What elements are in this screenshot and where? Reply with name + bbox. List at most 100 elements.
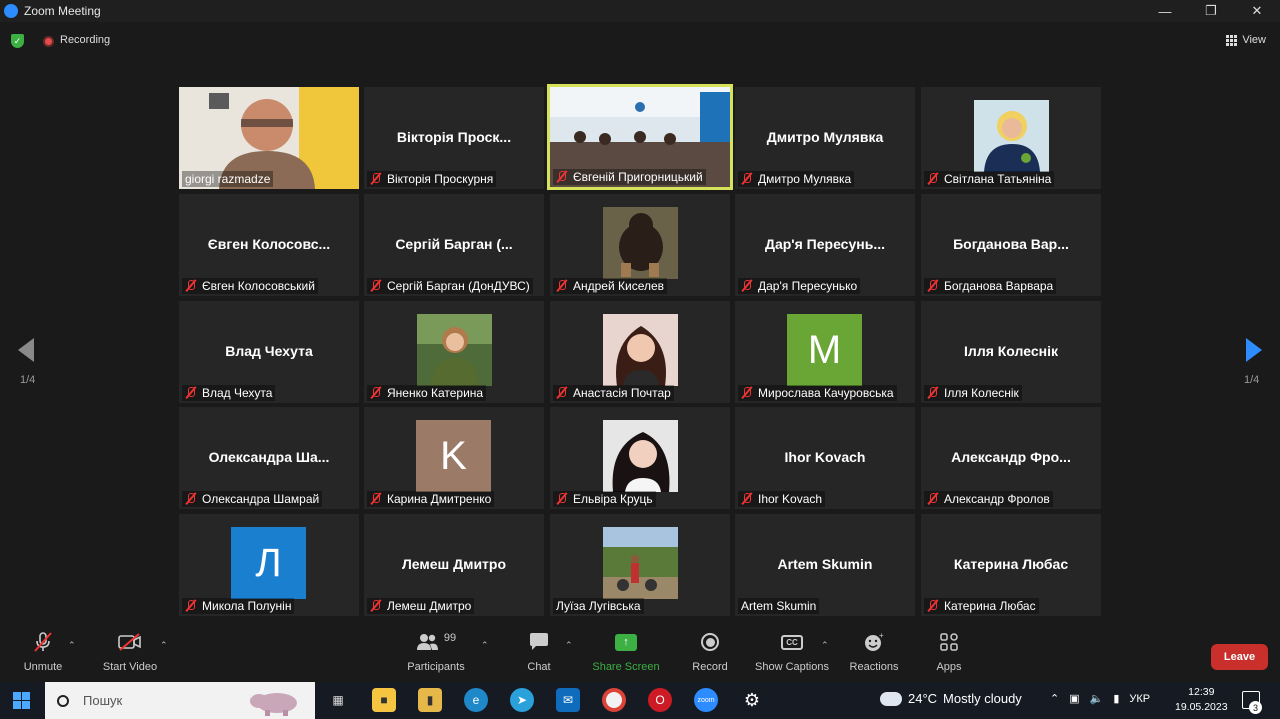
clock[interactable]: 12:39 19.05.2023 [1175, 685, 1228, 715]
zoom-taskbar-icon[interactable]: zoom [694, 688, 718, 712]
window-title: Zoom Meeting [24, 4, 101, 18]
file-explorer-icon[interactable]: ▮ [418, 688, 442, 712]
participant-name-label: Ельвіра Круць [553, 491, 656, 507]
participant-name-label: Дар'я Пересунько [738, 278, 861, 294]
prev-page-arrow-icon[interactable] [18, 338, 34, 362]
tray-chevron-icon[interactable]: ⌃ [1050, 692, 1059, 705]
notification-badge: 3 [1249, 701, 1262, 714]
participant-name: Карина Дмитренко [387, 492, 492, 506]
participant-tile[interactable]: Анастасія Почтар [550, 301, 730, 403]
captions-chevron-icon[interactable]: ⌃ [821, 640, 829, 651]
participants-chevron-icon[interactable]: ⌃ [481, 640, 489, 651]
title-bar: Zoom Meeting — ❐ ✕ [0, 0, 1280, 22]
participant-display-name: Ілля Колеснік [964, 343, 1058, 359]
mic-muted-icon [370, 387, 382, 399]
participant-tile[interactable]: Вікторія Проск... Вікторія Проскурня [364, 87, 544, 189]
temperature: 24°C [908, 691, 938, 706]
participants-icon: 99 [416, 628, 456, 656]
view-button[interactable]: View [1226, 34, 1266, 46]
participant-letter-avatar: K [416, 420, 491, 492]
restore-button[interactable]: ❐ [1188, 0, 1234, 22]
participant-name-label: Сергій Барган (ДонДУВС) [367, 278, 533, 294]
participant-tile[interactable]: Artem Skumin Artem Skumin [735, 514, 915, 616]
close-button[interactable]: ✕ [1234, 0, 1280, 22]
start-video-button[interactable]: Start Video [90, 628, 170, 673]
windows-start-icon[interactable] [13, 692, 30, 709]
clock-time: 12:39 [1188, 686, 1215, 698]
participant-tile[interactable]: Олександра Ша... Олександра Шамрай [179, 407, 359, 509]
chat-chevron-icon[interactable]: ⌃ [565, 640, 573, 651]
participant-tile[interactable]: Влад Чехута Влад Чехута [179, 301, 359, 403]
chrome-icon[interactable] [602, 688, 626, 712]
share-screen-button[interactable]: ↑ Share Screen [586, 628, 666, 673]
next-page-arrow-icon[interactable] [1246, 338, 1262, 362]
record-icon [701, 628, 719, 656]
taskbar-search-input[interactable]: Пошук [45, 682, 315, 719]
minimize-button[interactable]: — [1142, 0, 1188, 22]
mic-muted-icon [556, 280, 568, 292]
opera-icon[interactable]: O [648, 688, 672, 712]
participant-tile[interactable]: Лемеш Дмитро Лемеш Дмитро [364, 514, 544, 616]
settings-gear-icon[interactable]: ⚙ [740, 688, 764, 712]
participant-tile[interactable]: Сергій Барган (... Сергій Барган (ДонДУВС… [364, 194, 544, 296]
participant-avatar [603, 420, 678, 492]
participant-avatar [603, 207, 678, 279]
reactions-button[interactable]: + Reactions [834, 628, 914, 673]
weather-widget[interactable]: 24°C Mostly cloudy [880, 691, 1022, 706]
participant-tile[interactable]: Катерина Любас Катерина Любас [921, 514, 1101, 616]
participant-tile[interactable]: Александр Фро... Александр Фролов [921, 407, 1101, 509]
security-shield-icon[interactable]: ✓ [11, 34, 24, 48]
participant-display-name: Дар'я Пересунь... [764, 236, 885, 252]
participant-tile[interactable]: Ihor Kovach Ihor Kovach [735, 407, 915, 509]
participant-tile[interactable]: M Мирослава Качуровська [735, 301, 915, 403]
participants-button[interactable]: 99 Participants [396, 628, 476, 673]
record-label: Record [692, 661, 728, 673]
record-button[interactable]: Record [670, 628, 750, 673]
participant-tile[interactable]: Дар'я Пересунь... Дар'я Пересунько [735, 194, 915, 296]
participant-tile[interactable]: Світлана Татьяніна [921, 87, 1101, 189]
volume-icon[interactable]: 🔈 [1090, 692, 1104, 705]
search-placeholder: Пошук [83, 693, 123, 708]
leave-button[interactable]: Leave [1211, 644, 1268, 670]
audio-options-chevron-icon[interactable]: ⌃ [68, 640, 76, 651]
participant-name: Андрей Киселев [573, 279, 665, 293]
show-captions-label: Show Captions [755, 661, 829, 673]
participant-tile[interactable]: K Карина Дмитренко [364, 407, 544, 509]
mail-icon[interactable]: ✉ [556, 688, 580, 712]
apps-button[interactable]: Apps [909, 628, 989, 673]
show-captions-button[interactable]: CC Show Captions [752, 628, 832, 673]
participant-name: Катерина Любас [944, 599, 1036, 613]
participant-tile[interactable]: Луїза Лугівська [550, 514, 730, 616]
participant-tile[interactable]: Ілля Колеснік Ілля Колеснік [921, 301, 1101, 403]
participant-tile[interactable]: giorgi razmadze [179, 87, 359, 189]
camera-tray-icon[interactable]: ▣ [1069, 692, 1079, 705]
participant-display-name: Сергій Барган (... [395, 236, 513, 252]
participant-avatar [603, 314, 678, 386]
edge-browser-icon[interactable]: e [464, 688, 488, 712]
store-icon[interactable]: ■ [372, 688, 396, 712]
battery-icon[interactable]: ▮ [1113, 692, 1119, 705]
language-indicator[interactable]: УКР [1129, 693, 1150, 705]
participant-name-label: Богданова Варвара [924, 278, 1057, 294]
page-indicator-right: 1/4 [1244, 374, 1260, 386]
participant-tile[interactable]: Євгеній Пригорницький [547, 84, 733, 190]
telegram-icon[interactable]: ➤ [510, 688, 534, 712]
participant-tile[interactable]: Євген Колосовс... Євген Колосовський [179, 194, 359, 296]
participant-tile[interactable]: Дмитро Мулявка Дмитро Мулявка [735, 87, 915, 189]
start-video-label: Start Video [102, 661, 158, 673]
recording-label[interactable]: Recording [60, 34, 110, 46]
mic-muted-icon [185, 387, 197, 399]
unmute-label: Unmute [23, 661, 63, 673]
participant-display-name: Олександра Ша... [208, 449, 330, 465]
participant-tile[interactable]: Л Микола Полунін [179, 514, 359, 616]
video-options-chevron-icon[interactable]: ⌃ [160, 640, 168, 651]
participant-name: Дар'я Пересунько [758, 279, 858, 293]
share-screen-icon: ↑ [615, 628, 637, 656]
participant-name: Олександра Шамрай [202, 492, 320, 506]
task-view-icon[interactable]: ▦ [326, 688, 350, 712]
participant-tile[interactable]: Ельвіра Круць [550, 407, 730, 509]
participant-avatar [603, 527, 678, 599]
participant-tile[interactable]: Яненко Катерина [364, 301, 544, 403]
participant-tile[interactable]: Богданова Вар... Богданова Варвара [921, 194, 1101, 296]
participant-tile[interactable]: Андрей Киселев [550, 194, 730, 296]
